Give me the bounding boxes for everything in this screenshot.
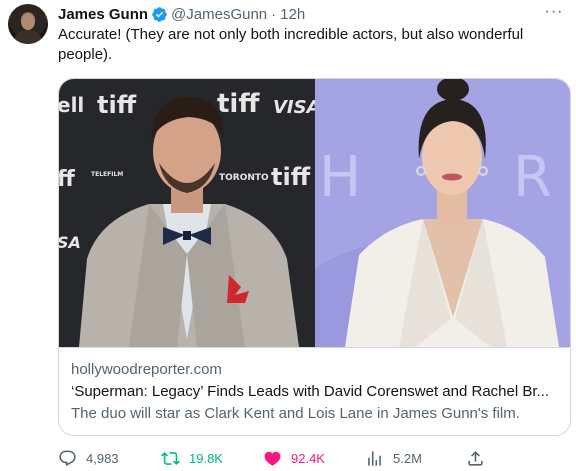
photo-right: H R [315,79,570,347]
like-count: 92.4K [291,450,325,466]
link-card[interactable]: ell tiff tiff VISA ff TELEFILM TORONTO t… [58,78,571,436]
reply-button[interactable]: 4,983 [58,446,119,470]
like-button[interactable]: 92.4K [263,446,325,470]
card-info[interactable]: hollywoodreporter.com ‘Superman: Legacy’… [59,347,570,435]
photo-left: ell tiff tiff VISA ff TELEFILM TORONTO t… [59,79,315,347]
card-title[interactable]: ‘Superman: Legacy’ Finds Leads with Davi… [71,382,558,402]
retweet-button[interactable]: 19.8K [161,446,223,470]
like-icon [264,451,281,466]
tweet-header: James Gunn @JamesGunn · 12h [58,4,536,24]
card-image[interactable]: ell tiff tiff VISA ff TELEFILM TORONTO t… [59,79,570,347]
author-handle[interactable]: @JamesGunn [171,6,267,23]
avatar-face [21,13,35,30]
retweet-count: 19.8K [189,450,223,466]
card-description: The duo will star as Clark Kent and Lois… [71,405,520,422]
action-bar: 4,983 19.8K 92.4K 5.2M [58,446,558,470]
author-name[interactable]: James Gunn [58,6,148,23]
card-domain: hollywoodreporter.com [71,361,222,378]
woman-figure [315,79,559,347]
views-button[interactable]: 5.2M [365,446,422,470]
reply-icon [59,450,76,466]
timestamp[interactable]: 12h [280,6,305,23]
views-count: 5.2M [393,450,422,466]
man-figure [79,96,299,347]
avatar[interactable] [8,4,48,44]
share-icon [468,450,483,466]
verified-badge-icon [152,6,167,22]
reply-count: 4,983 [86,450,119,466]
views-icon [368,450,381,466]
share-button[interactable] [466,446,494,470]
retweet-icon [161,451,180,465]
separator-dot: · [271,5,277,23]
avatar-body [14,30,42,44]
more-icon[interactable]: ··· [542,2,566,22]
tweet-text: Accurate! (They are not only both incred… [58,26,524,63]
